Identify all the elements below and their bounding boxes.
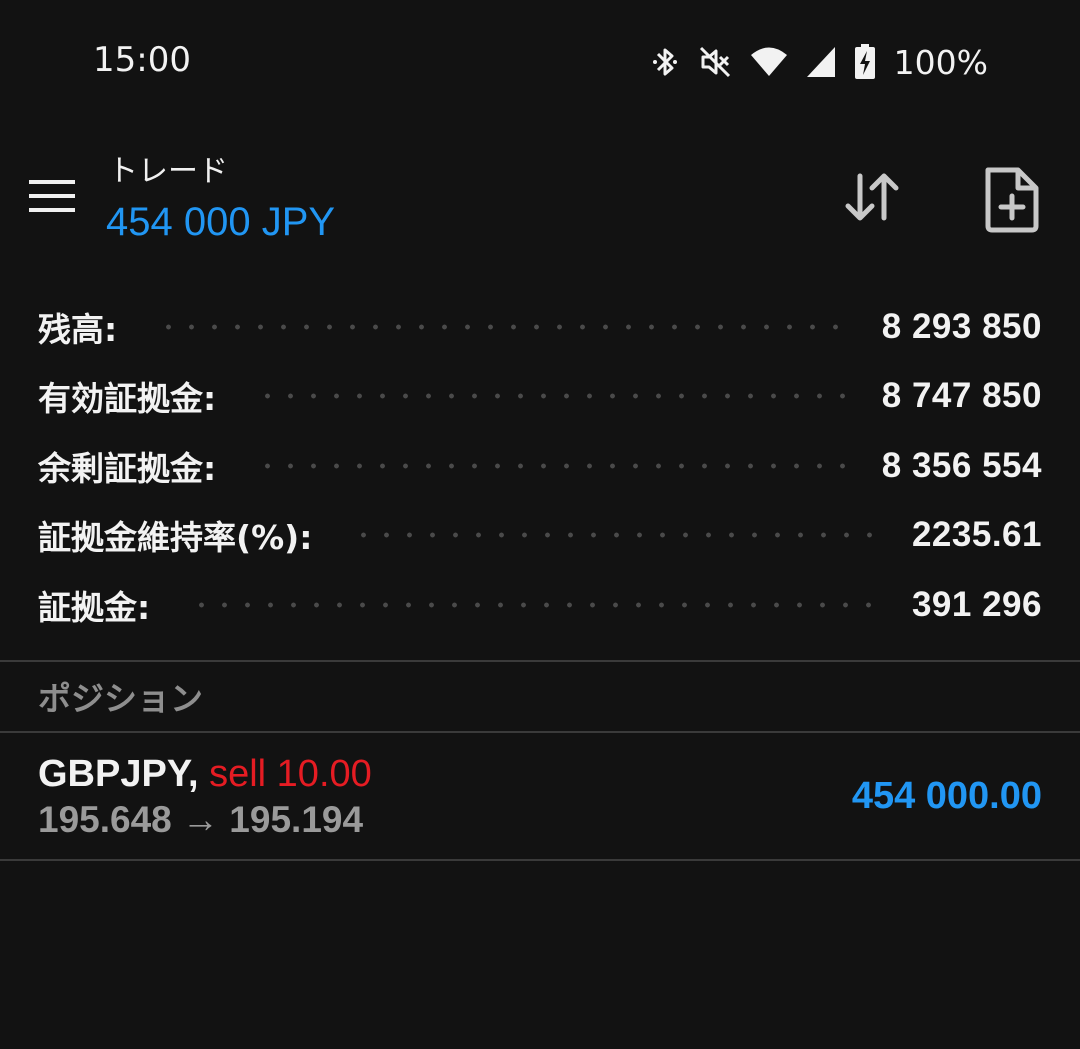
summary-row-margin-level: 証拠金維持率(%): 2235.61 (0, 501, 1080, 571)
sort-icon (845, 173, 899, 221)
account-summary: 残高: 8 293 850 有効証拠金: 8 747 850 余剰証拠金: 8 … (0, 292, 1080, 640)
menu-button[interactable] (22, 172, 82, 220)
summary-label: 証拠金: (38, 587, 151, 627)
position-row[interactable]: GBPJPY, sell 10.00 195.648 → 195.194 454… (0, 733, 1080, 859)
summary-row-balance: 残高: 8 293 850 (0, 292, 1080, 362)
wifi-icon (750, 46, 788, 78)
summary-value: 391 296 (911, 584, 1042, 624)
status-icons: 100% (650, 42, 988, 82)
summary-label: 余剰証拠金: (38, 448, 217, 488)
status-bar: 15:00 100% (0, 0, 1080, 124)
total-profit: 454 000 JPY (106, 200, 336, 244)
new-order-button[interactable] (980, 164, 1044, 234)
summary-label: 残高: (38, 309, 118, 349)
summary-label: 有効証拠金: (38, 379, 217, 419)
divider (0, 660, 1080, 662)
position-symbol: GBPJPY, (38, 753, 199, 795)
battery-percentage: 100% (893, 42, 988, 82)
summary-value: 8 293 850 (881, 306, 1042, 346)
cell-signal-icon (806, 46, 836, 78)
dotted-leader (352, 532, 882, 539)
summary-value: 2235.61 (911, 515, 1042, 555)
summary-value: 8 747 850 (881, 376, 1042, 416)
bluetooth-icon (650, 45, 680, 79)
dotted-leader (256, 393, 852, 400)
dotted-leader (157, 323, 852, 330)
summary-row-equity: 有効証拠金: 8 747 850 (0, 362, 1080, 432)
sort-button[interactable] (838, 164, 914, 234)
new-order-icon (985, 167, 1039, 233)
positions-header: ポジション (38, 679, 203, 718)
position-title: GBPJPY, sell 10.00 (38, 753, 372, 796)
dotted-leader (256, 462, 852, 469)
summary-label: 証拠金維持率(%): (38, 518, 313, 558)
position-prices: 195.648 → 195.194 (38, 799, 364, 840)
position-profit: 454 000.00 (851, 775, 1042, 817)
battery-charging-icon (854, 44, 876, 80)
page-title: トレード (108, 154, 228, 189)
summary-row-free-margin: 余剰証拠金: 8 356 554 (0, 431, 1080, 501)
summary-row-margin: 証拠金: 391 296 (0, 570, 1080, 640)
divider (0, 859, 1080, 861)
app-toolbar: トレード 454 000 JPY (0, 124, 1080, 274)
status-time: 15:00 (93, 40, 191, 80)
mute-icon (698, 45, 732, 79)
position-type: sell 10.00 (209, 753, 372, 795)
summary-value: 8 356 554 (881, 445, 1042, 485)
dotted-leader (190, 601, 882, 608)
